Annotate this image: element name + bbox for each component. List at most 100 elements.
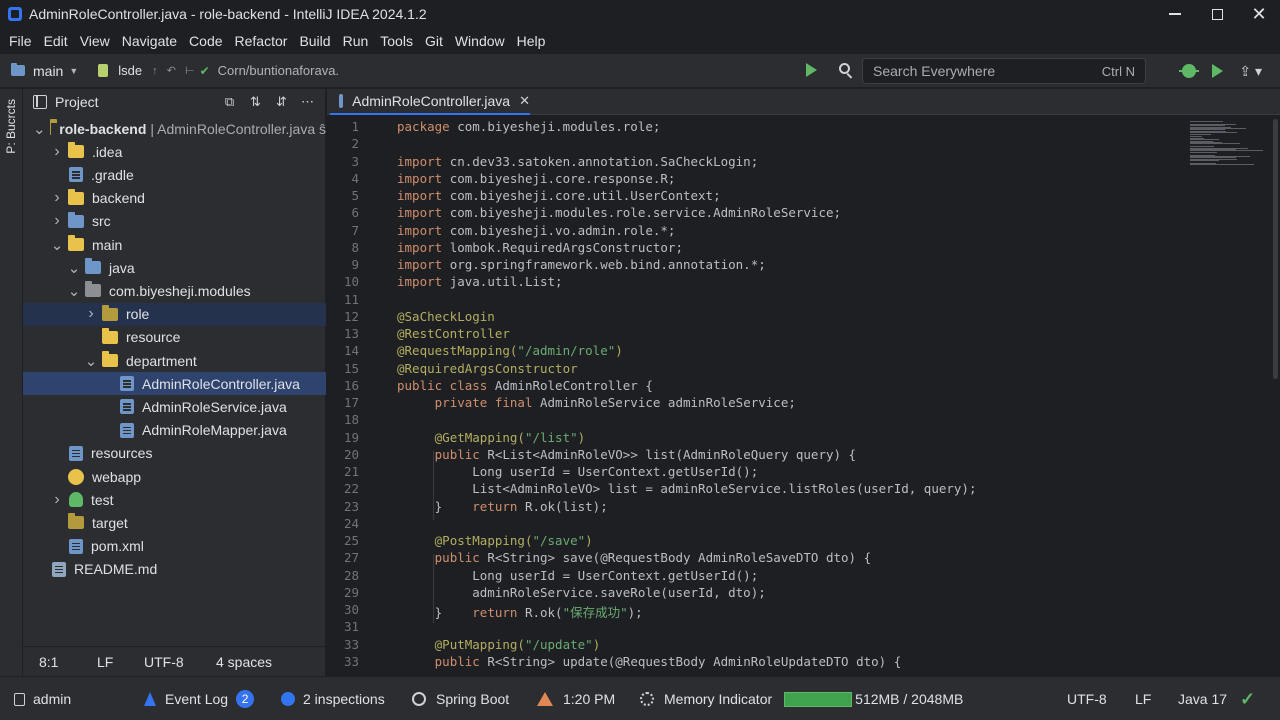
editor-scrollbar[interactable] xyxy=(1273,119,1278,379)
status-line-separator[interactable]: LF xyxy=(1135,677,1151,720)
window-title: AdminRoleController.java - role-backend … xyxy=(29,6,427,22)
tree-item[interactable]: ⌄ com.biyesheji.modules xyxy=(23,279,326,302)
search-everywhere-input[interactable]: Search Everywhere Ctrl N xyxy=(862,58,1146,84)
run-button[interactable] xyxy=(803,62,819,78)
tree-item[interactable]: › .idea xyxy=(23,140,326,163)
code-text: @PutMapping("/update") xyxy=(434,636,601,652)
minimize-icon xyxy=(1169,13,1181,15)
collapse-all-icon[interactable]: ⇵ xyxy=(274,94,289,110)
file-encoding[interactable]: UTF-8 xyxy=(144,654,184,670)
line-separator[interactable]: LF xyxy=(97,654,113,670)
clock-widget: 1:20 PM xyxy=(537,677,615,720)
minimize-button[interactable] xyxy=(1154,0,1196,28)
more-options-icon[interactable]: ⋯ xyxy=(300,94,315,110)
code-line: 21 Long userId = UserContext.getUserId()… xyxy=(327,464,1267,481)
chevron-down-icon[interactable]: ⌄ xyxy=(84,352,98,370)
menu-run[interactable]: Run xyxy=(337,28,375,54)
intellij-app-icon xyxy=(8,7,22,21)
chevron-right-icon[interactable]: › xyxy=(50,491,64,509)
indent-setting[interactable]: 4 spaces xyxy=(216,654,272,670)
java-file-icon xyxy=(120,422,134,438)
tree-item[interactable]: AdminRoleMapper.java xyxy=(23,419,326,442)
line-number: 17 xyxy=(343,395,359,410)
tree-item[interactable]: ⌄ main xyxy=(23,233,326,256)
java-file-icon xyxy=(339,94,344,108)
status-java-version[interactable]: Java 17 xyxy=(1178,677,1227,720)
spring-boot-widget[interactable]: Spring Boot xyxy=(412,677,509,720)
tree-item[interactable]: README.md xyxy=(23,558,326,581)
menu-view[interactable]: View xyxy=(74,28,116,54)
chevron-right-icon[interactable]: › xyxy=(50,143,64,161)
tree-item[interactable]: ⌄ java xyxy=(23,256,326,279)
tree-item[interactable]: webapp xyxy=(23,465,326,488)
inspections-widget[interactable]: 2 inspections xyxy=(281,677,385,720)
locate-icon[interactable]: ⧉ xyxy=(222,94,237,110)
tree-item[interactable]: AdminRoleService.java xyxy=(23,395,326,418)
menu-navigate[interactable]: Navigate xyxy=(116,28,183,54)
debug-icon[interactable] xyxy=(1179,64,1200,78)
event-log-widget[interactable]: Event Log 2 xyxy=(144,677,255,720)
tree-item[interactable]: › backend xyxy=(23,187,326,210)
close-tab-icon[interactable]: ✕ xyxy=(519,93,530,109)
caret-position[interactable]: 8:1 xyxy=(39,654,58,670)
code-line: 30 } return R.ok("保存成功"); xyxy=(327,602,1267,620)
close-window-button[interactable]: ✕ xyxy=(1238,0,1280,28)
run-icon-2[interactable] xyxy=(1212,64,1224,78)
memory-widget[interactable]: Memory Indicator 512MB / 2048MB xyxy=(640,677,963,720)
chevron-right-icon[interactable]: › xyxy=(50,212,64,230)
user-widget[interactable]: admin xyxy=(14,677,71,720)
expand-all-icon[interactable]: ⇅ xyxy=(248,94,263,110)
chevron-right-icon[interactable]: › xyxy=(84,305,98,323)
code-editor[interactable]: 1 package com.biyesheji.modules.role; 2 3 im… xyxy=(327,117,1280,676)
chevron-down-icon[interactable]: ⌄ xyxy=(67,259,81,277)
tree-item[interactable]: resource xyxy=(23,326,326,349)
tree-item[interactable]: pom.xml xyxy=(23,535,326,558)
tree-item[interactable]: ⌄ role-backend | AdminRoleController.java … xyxy=(23,117,326,140)
maximize-button[interactable] xyxy=(1196,0,1238,28)
tree-item[interactable]: target xyxy=(23,511,326,534)
vcs-widget[interactable]: lsde ↑ ↶ ⊢ ✔ Corn/buntionaforava. xyxy=(98,63,339,78)
chevron-down-icon[interactable]: ⌄ xyxy=(50,236,64,254)
menu-code[interactable]: Code xyxy=(183,28,228,54)
menu-refactor[interactable]: Refactor xyxy=(229,28,294,54)
tree-item[interactable]: › test xyxy=(23,488,326,511)
editor-area: AdminRoleController.java ✕ 1 package com.… xyxy=(327,89,1280,676)
minimap[interactable] xyxy=(1190,121,1270,171)
chevron-down-icon[interactable]: ⌄ xyxy=(67,282,81,300)
code-line: 2 xyxy=(327,136,1267,153)
code-text: @RequestMapping("/admin/role") xyxy=(397,343,623,359)
tab-admin-role-controller[interactable]: AdminRoleController.java ✕ xyxy=(330,89,530,115)
tree-item[interactable]: .gradle xyxy=(23,163,326,186)
event-log-icon xyxy=(144,692,156,706)
search-icon[interactable] xyxy=(838,63,854,79)
java-version-label: Java 17 xyxy=(1178,691,1228,707)
code-line: 14 @RequestMapping("/admin/role") xyxy=(327,343,1267,360)
tree-item-detail: | AdminRoleController.java ŝ xyxy=(150,120,326,137)
project-panel-title[interactable]: Project xyxy=(55,94,99,110)
menu-window[interactable]: Window xyxy=(449,28,511,54)
clock-time: 1:20 PM xyxy=(563,691,616,707)
menu-file[interactable]: File xyxy=(3,28,38,54)
chevron-right-icon[interactable]: › xyxy=(50,189,64,207)
deploy-icon[interactable]: ⇪ ▾ xyxy=(1239,63,1262,80)
tree-item[interactable]: AdminRoleController.java xyxy=(23,372,326,396)
code-text: import com.biyesheji.vo.admin.role.*; xyxy=(397,222,676,238)
tree-item[interactable]: › role xyxy=(23,302,326,326)
menu-git[interactable]: Git xyxy=(419,28,449,54)
status-encoding[interactable]: UTF-8 xyxy=(1067,677,1107,720)
menu-edit[interactable]: Edit xyxy=(38,28,74,54)
status-ok[interactable]: ✓ xyxy=(1240,677,1255,720)
branch-selector[interactable]: main ▼ xyxy=(11,58,78,84)
tree-item[interactable]: › src xyxy=(23,210,326,233)
code-line: 12 @SaCheckLogin xyxy=(327,309,1267,326)
strip-label[interactable]: P: Bucrcts xyxy=(4,99,18,154)
indent-guide xyxy=(433,450,434,520)
tree-item[interactable]: ⌄ department xyxy=(23,349,326,372)
tool-window-strip: P: Bucrcts xyxy=(0,89,23,676)
menu-build[interactable]: Build xyxy=(293,28,336,54)
menu-tools[interactable]: Tools xyxy=(374,28,419,54)
tree-item[interactable]: resources xyxy=(23,442,326,465)
chevron-down-icon[interactable]: ⌄ xyxy=(33,120,46,138)
menu-help[interactable]: Help xyxy=(511,28,552,54)
code-line: 33 public R<String> update(@RequestBody … xyxy=(327,654,1267,671)
